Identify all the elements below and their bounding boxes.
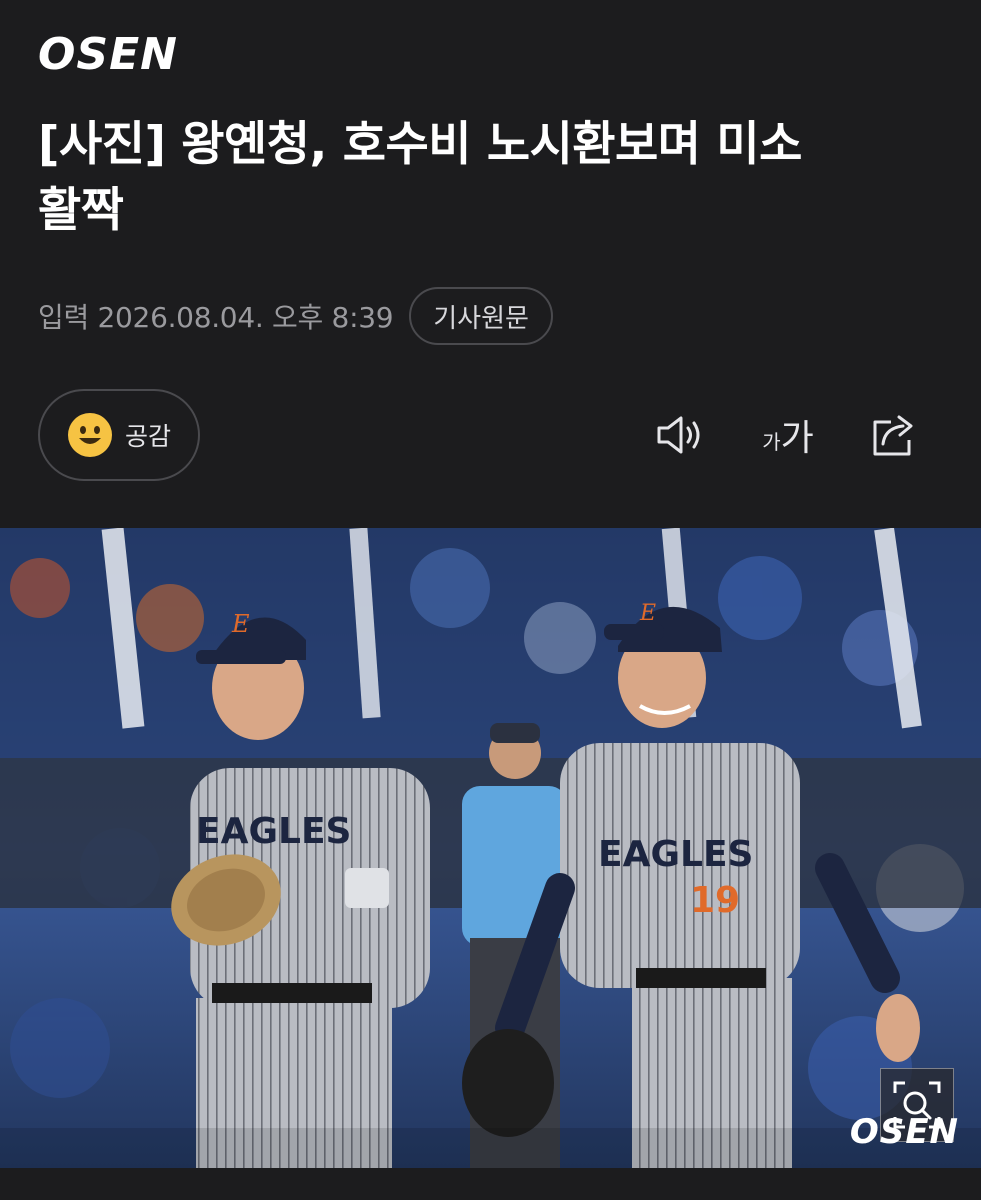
logo-text: OSEN xyxy=(38,34,178,74)
article-photo[interactable]: E EAGLES E EAGLES 19 OSEN xyxy=(0,528,981,1168)
svg-text:EAGLES: EAGLES xyxy=(196,811,351,852)
osen-logo[interactable]: OSEN xyxy=(38,34,228,74)
original-article-button[interactable]: 기사원문 xyxy=(409,287,553,345)
svg-text:EAGLES: EAGLES xyxy=(598,834,753,875)
photo-watermark: OSEN xyxy=(849,1112,959,1152)
article-title-line1: [사진] 왕옌청, 호수비 노시환보며 미소 xyxy=(38,117,802,172)
footer-strip xyxy=(0,1168,981,1200)
article-title: [사진] 왕옌청, 호수비 노시환보며 미소 활짝 xyxy=(38,112,938,244)
svg-text:E: E xyxy=(639,601,656,626)
article-meta: 입력 2026.08.04. 오후 8:39 기사원문 xyxy=(38,286,553,346)
font-size-large-label: 가 xyxy=(780,418,814,459)
share-icon xyxy=(873,415,913,456)
article-title-line2: 활짝 xyxy=(38,183,124,238)
like-button[interactable]: 공감 xyxy=(38,389,200,481)
original-article-label: 기사원문 xyxy=(433,303,529,334)
like-label: 공감 xyxy=(124,422,171,451)
share-button[interactable] xyxy=(864,405,924,465)
text-to-speech-button[interactable] xyxy=(650,405,712,465)
svg-text:19: 19 xyxy=(690,880,740,921)
smile-emoji-icon xyxy=(67,413,112,457)
font-size-small-label: 가 xyxy=(762,429,781,454)
publish-date: 입력 2026.08.04. 오후 8:39 xyxy=(38,301,394,334)
font-size-button[interactable]: 가 가 xyxy=(752,405,824,465)
article-header: OSEN [사진] 왕옌청, 호수비 노시환보며 미소 활짝 입력 2026.0… xyxy=(0,0,981,528)
svg-text:E: E xyxy=(231,610,250,638)
speaker-icon xyxy=(657,416,700,454)
baseball-photo-illustration: E EAGLES E EAGLES 19 xyxy=(0,528,981,1168)
